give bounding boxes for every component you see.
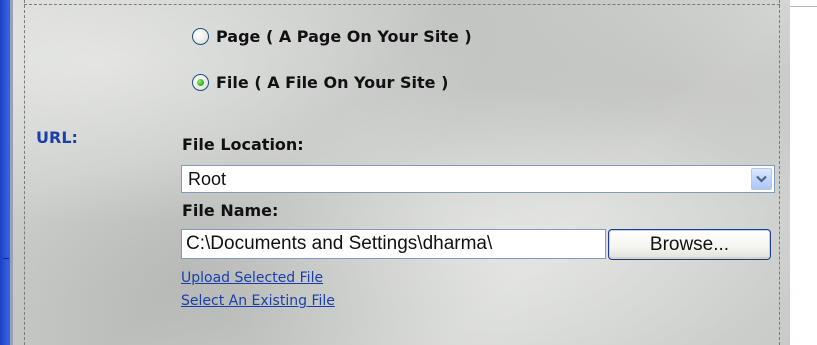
radio-button-page[interactable]: [192, 27, 209, 45]
left-bar-tick: [3, 258, 9, 259]
file-name-input[interactable]: C:\Documents and Settings\dharma\: [181, 229, 606, 259]
left-accent-bar: [0, 0, 10, 345]
radio-option-page[interactable]: Page ( A Page On Your Site ): [192, 24, 472, 48]
radio-option-file[interactable]: File ( A File On Your Site ): [192, 70, 448, 94]
file-name-value: C:\Documents and Settings\dharma\: [186, 233, 493, 254]
file-location-select[interactable]: Root: [181, 165, 775, 193]
dropdown-button[interactable]: [751, 168, 772, 190]
radio-button-file[interactable]: [192, 73, 209, 91]
url-label: URL:: [36, 128, 78, 147]
left-divider-line: [24, 0, 25, 345]
file-location-value: Root: [188, 169, 227, 189]
select-existing-file-link[interactable]: Select An Existing File: [181, 293, 335, 309]
radio-label-page: Page ( A Page On Your Site ): [216, 26, 472, 46]
file-name-label: File Name:: [182, 201, 279, 220]
browse-button[interactable]: Browse...: [608, 229, 771, 260]
upload-selected-file-link[interactable]: Upload Selected File: [181, 270, 323, 286]
left-bar-shadow: [10, 0, 13, 345]
right-divider-line: [779, 0, 780, 345]
top-right-border: [790, 6, 817, 7]
chevron-down-icon: [756, 175, 767, 183]
file-location-label: File Location:: [182, 135, 304, 154]
page-margin: [790, 0, 817, 345]
top-divider-line: [24, 4, 780, 5]
radio-label-file: File ( A File On Your Site ): [216, 72, 449, 92]
